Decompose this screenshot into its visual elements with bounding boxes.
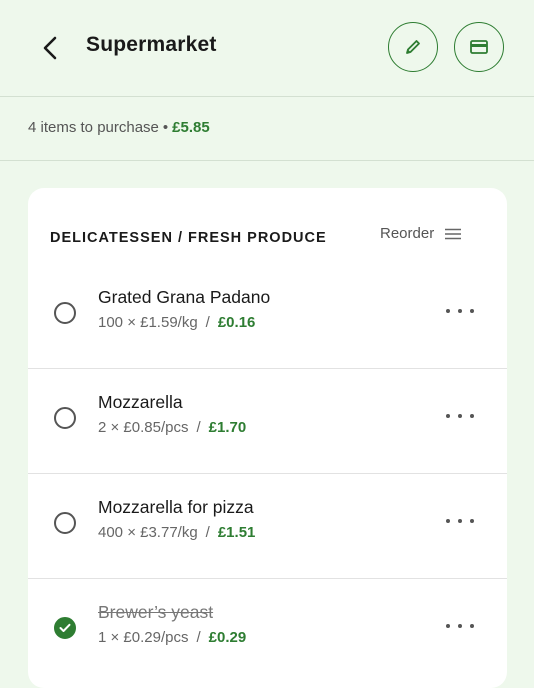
items-count: 4 items to purchase [28, 119, 159, 136]
item-price: £0.16 [217, 314, 256, 331]
section-title: DELICATESSEN / FRESH PRODUCE [50, 230, 327, 246]
item-quantity: 2 × £0.85/pcs [98, 419, 189, 436]
item-checkbox[interactable] [54, 407, 76, 429]
summary-divider [0, 160, 534, 161]
item-detail: 2 × £0.85/pcs / £1.70 [98, 419, 247, 436]
more-options-icon[interactable] [446, 510, 474, 532]
item-name: Mozzarella for pizza [98, 497, 254, 517]
reorder-button[interactable]: Reorder [380, 225, 462, 242]
header: Supermarket [0, 0, 534, 96]
item-name: Grated Grana Padano [98, 287, 271, 307]
item-quantity: 400 × £3.77/kg [98, 524, 198, 541]
item-quantity: 1 × £0.29/pcs [98, 629, 189, 646]
arrow-left-icon [43, 36, 57, 60]
item-checkbox[interactable] [54, 302, 76, 324]
item-price: £1.70 [208, 419, 247, 436]
reorder-label: Reorder [380, 225, 435, 242]
item-name: Brewer’s yeast [98, 602, 214, 622]
item-price: £1.51 [217, 524, 256, 541]
item-checkbox[interactable] [54, 512, 76, 534]
checkmark-icon [59, 623, 71, 632]
pencil-icon [406, 40, 420, 54]
list-item[interactable]: Brewer’s yeast 1 × £0.29/pcs / £0.29 [28, 579, 507, 683]
more-options-icon[interactable] [446, 300, 474, 322]
list-item[interactable]: Mozzarella 2 × £0.85/pcs / £1.70 [28, 369, 507, 473]
item-price: £0.29 [208, 629, 247, 646]
header-divider [0, 96, 534, 97]
category-panel: DELICATESSEN / FRESH PRODUCE Reorder Gra… [28, 188, 507, 688]
menu-icon [445, 228, 462, 239]
list-item[interactable]: Mozzarella for pizza 400 × £3.77/kg / £1.5… [28, 474, 507, 578]
back-button[interactable] [34, 30, 66, 66]
credit-card-icon [470, 40, 488, 54]
summary-separator: • [162, 119, 169, 136]
purchase-summary: 4 items to purchase • £5.85 [28, 119, 210, 136]
list-item[interactable]: Grated Grana Padano 100 × £1.59/kg / £0.16 [28, 264, 507, 368]
page-title: Supermarket [86, 33, 217, 56]
total-price: £5.85 [172, 119, 210, 136]
item-detail: 400 × £3.77/kg / £1.51 [98, 524, 256, 541]
payment-card-button[interactable] [454, 22, 504, 72]
item-detail: 1 × £0.29/pcs / £0.29 [98, 629, 247, 646]
edit-button[interactable] [388, 22, 438, 72]
more-options-icon[interactable] [446, 615, 474, 637]
item-quantity: 100 × £1.59/kg [98, 314, 198, 331]
more-options-icon[interactable] [446, 405, 474, 427]
item-detail: 100 × £1.59/kg / £0.16 [98, 314, 256, 331]
item-name: Mozzarella [98, 392, 183, 412]
item-checkbox-checked[interactable] [54, 617, 76, 639]
